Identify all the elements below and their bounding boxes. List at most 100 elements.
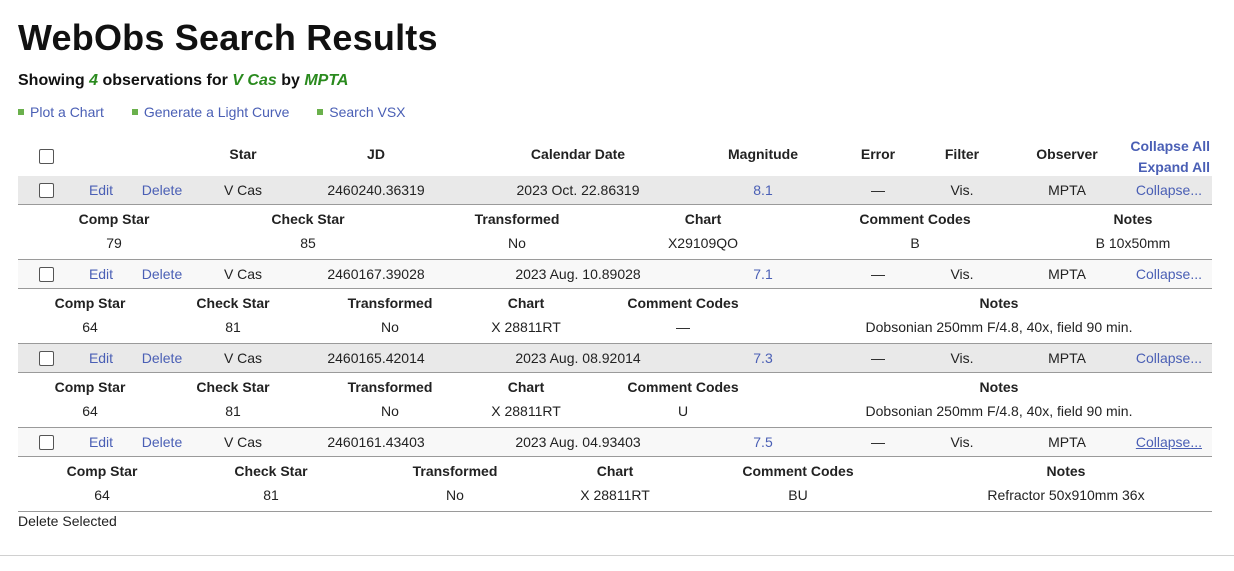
expand-all-link[interactable]: Expand All	[1130, 157, 1210, 178]
detail-notes: Refractor 50x910mm 36x	[987, 487, 1145, 503]
delete-link[interactable]: Delete	[142, 350, 182, 366]
detail-comp: 79	[106, 235, 122, 251]
edit-link[interactable]: Edit	[89, 182, 113, 198]
detail-check: 81	[263, 487, 279, 503]
cell-filter: Vis.	[950, 350, 974, 366]
collapse-link[interactable]: Collapse...	[1136, 182, 1202, 198]
detail-codes: B	[910, 235, 920, 251]
collapse-all-link[interactable]: Collapse All	[1130, 136, 1210, 157]
row-checkbox[interactable]	[39, 267, 54, 282]
cell-star: V Cas	[223, 434, 263, 450]
col-calendar-date: Calendar Date	[530, 146, 626, 162]
detail-header-chart: Chart	[684, 211, 722, 227]
cell-magnitude[interactable]: 7.1	[753, 266, 772, 282]
cell-error: —	[871, 266, 885, 282]
row-checkbox[interactable]	[39, 435, 54, 450]
collapse-link[interactable]: Collapse...	[1136, 266, 1202, 282]
cell-filter: Vis.	[950, 266, 974, 282]
detail-transformed: No	[381, 319, 399, 335]
detail-header-codes: Comment Codes	[627, 379, 739, 395]
cell-jd: 2460161.43403	[327, 434, 425, 450]
delete-link[interactable]: Delete	[142, 182, 182, 198]
detail-codes: BU	[788, 487, 808, 503]
cell-magnitude[interactable]: 8.1	[753, 182, 772, 198]
detail-header-transformed: Transformed	[347, 295, 433, 311]
cell-magnitude[interactable]: 7.3	[753, 350, 772, 366]
cell-observer: MPTA	[1048, 350, 1086, 366]
cell-observer: MPTA	[1048, 434, 1086, 450]
edit-link[interactable]: Edit	[89, 350, 113, 366]
detail-header-check: Check Star	[234, 463, 308, 479]
detail-header-comp: Comp Star	[54, 295, 126, 311]
cell-star: V Cas	[223, 266, 263, 282]
square-bullet-icon	[317, 109, 324, 116]
delete-link[interactable]: Delete	[142, 266, 182, 282]
cell-date: 2023 Aug. 08.92014	[515, 350, 641, 366]
edit-link[interactable]: Edit	[89, 434, 113, 450]
detail-header-transformed: Transformed	[474, 211, 560, 227]
col-magnitude: Magnitude	[728, 146, 798, 162]
row-checkbox[interactable]	[39, 183, 54, 198]
delete-selected-button[interactable]: Delete Selected	[18, 513, 117, 529]
detail-header-notes: Notes	[979, 379, 1019, 395]
detail-transformed: No	[446, 487, 464, 503]
observation-row: Edit Delete V Cas 2460167.39028 2023 Aug…	[18, 260, 1212, 289]
detail-header-notes: Notes	[1113, 211, 1153, 227]
collapse-link[interactable]: Collapse...	[1136, 350, 1202, 366]
cell-error: —	[871, 182, 885, 198]
detail-comp: 64	[82, 319, 98, 335]
cell-observer: MPTA	[1048, 182, 1086, 198]
detail-header-chart: Chart	[507, 379, 545, 395]
detail-header-comp: Comp Star	[54, 379, 126, 395]
detail-header-chart: Chart	[507, 295, 545, 311]
detail-codes: —	[676, 319, 690, 335]
detail-notes: Dobsonian 250mm F/4.8, 40x, field 90 min…	[865, 319, 1133, 335]
detail-header-chart: Chart	[596, 463, 634, 479]
detail-header-check: Check Star	[196, 295, 270, 311]
detail-chart: X 28811RT	[491, 319, 561, 335]
observation-row: Edit Delete V Cas 2460161.43403 2023 Aug…	[18, 428, 1212, 457]
observation-row: Edit Delete V Cas 2460240.36319 2023 Oct…	[18, 176, 1212, 205]
cell-star: V Cas	[223, 350, 263, 366]
cell-filter: Vis.	[950, 182, 974, 198]
cell-jd: 2460240.36319	[327, 182, 425, 198]
detail-header-codes: Comment Codes	[627, 295, 739, 311]
cell-magnitude[interactable]: 7.5	[753, 434, 772, 450]
detail-notes: Dobsonian 250mm F/4.8, 40x, field 90 min…	[865, 403, 1133, 419]
detail-header-comp: Comp Star	[78, 211, 150, 227]
cell-jd: 2460167.39028	[327, 266, 425, 282]
light-curve-link[interactable]: Generate a Light Curve	[144, 104, 290, 120]
detail-transformed: No	[508, 235, 526, 251]
detail-header-codes: Comment Codes	[742, 463, 854, 479]
observation-details: Comp Star Check Star Transformed Chart C…	[18, 205, 1212, 260]
row-checkbox[interactable]	[39, 351, 54, 366]
detail-header-transformed: Transformed	[347, 379, 433, 395]
search-vsx-link[interactable]: Search VSX	[329, 104, 405, 120]
detail-header-check: Check Star	[196, 379, 270, 395]
col-star: Star	[229, 146, 257, 162]
results-table: Star JD Calendar Date Magnitude Error Fi…	[18, 134, 1212, 512]
col-filter: Filter	[944, 146, 980, 162]
detail-check: 85	[300, 235, 316, 251]
delete-link[interactable]: Delete	[142, 434, 182, 450]
observation-details: Comp Star Check Star Transformed Chart C…	[18, 289, 1212, 344]
summary-star: V Cas	[232, 72, 277, 89]
collapse-controls: Collapse All Expand All	[1130, 136, 1210, 178]
observation-details: Comp Star Check Star Transformed Chart C…	[18, 373, 1212, 428]
detail-transformed: No	[381, 403, 399, 419]
cell-date: 2023 Oct. 22.86319	[516, 182, 640, 198]
square-bullet-icon	[131, 109, 138, 116]
detail-chart: X 28811RT	[491, 403, 561, 419]
edit-link[interactable]: Edit	[89, 266, 113, 282]
results-summary: Showing 4 observations for V Cas by MPTA	[18, 72, 349, 89]
detail-chart: X29109QO	[667, 235, 739, 251]
detail-header-notes: Notes	[979, 295, 1019, 311]
collapse-link[interactable]: Collapse...	[1136, 434, 1202, 450]
detail-check: 81	[225, 319, 241, 335]
detail-header-codes: Comment Codes	[859, 211, 971, 227]
table-header: Star JD Calendar Date Magnitude Error Fi…	[18, 134, 1212, 176]
select-all-checkbox[interactable]	[39, 149, 54, 164]
plot-chart-link[interactable]: Plot a Chart	[30, 104, 104, 120]
col-observer: Observer	[1036, 146, 1098, 162]
cell-observer: MPTA	[1048, 266, 1086, 282]
